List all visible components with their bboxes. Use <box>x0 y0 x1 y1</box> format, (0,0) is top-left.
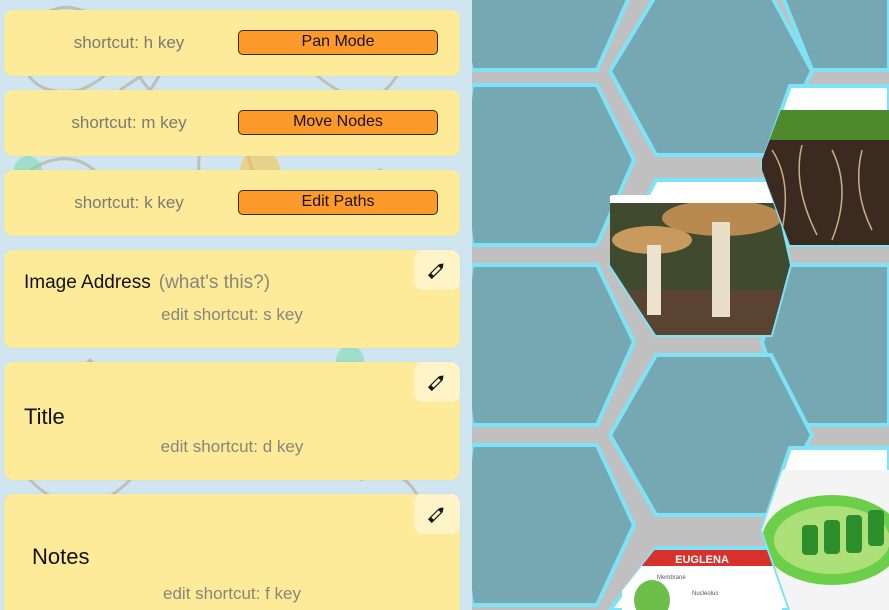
pencil-icon <box>427 507 444 524</box>
hex-cell[interactable] <box>472 83 637 247</box>
notes-shortcut: edit shortcut: f key <box>163 584 301 603</box>
edit-image-address-button[interactable] <box>414 250 460 290</box>
euglena-label-nucleolus: Nucleolus <box>692 591 718 597</box>
image-address-label-row: Image Address (what's this?) <box>24 272 270 294</box>
notes-label: Notes <box>32 544 90 569</box>
move-nodes-button[interactable]: Move Nodes <box>238 110 438 135</box>
mushroom-photo[interactable] <box>602 178 802 340</box>
pan-mode-shortcut: shortcut: h key <box>73 33 185 52</box>
pencil-icon <box>427 375 444 392</box>
hex-cell[interactable] <box>472 263 637 427</box>
hex-cell[interactable] <box>472 0 630 72</box>
euglena-title: EUGLENA <box>675 554 729 566</box>
image-address-card: Image Address (what's this?) edit shortcu… <box>4 250 460 348</box>
edit-paths-button[interactable]: Edit Paths <box>238 190 438 215</box>
title-card: Title edit shortcut: d key <box>4 362 460 480</box>
pan-mode-button[interactable]: Pan Mode <box>238 30 438 55</box>
hex-grid[interactable]: EUGLENA Membrane Nucleolus <box>472 0 889 610</box>
move-nodes-card: shortcut: m key Move Nodes <box>4 90 460 156</box>
edit-paths-card: shortcut: k key Edit Paths <box>4 170 460 236</box>
image-address-shortcut: edit shortcut: s key <box>161 305 303 324</box>
notes-card: Notes edit shortcut: f key <box>4 494 460 610</box>
euglena-diagram[interactable]: EUGLENA Membrane Nucleolus <box>607 546 793 610</box>
image-address-label: Image Address <box>24 272 151 293</box>
move-nodes-shortcut: shortcut: m key <box>71 113 187 132</box>
whats-this-link[interactable]: (what's this?) <box>159 272 270 293</box>
left-panel: shortcut: h key Pan Mode shortcut: m key… <box>0 0 472 610</box>
edit-paths-shortcut: shortcut: k key <box>74 193 184 212</box>
edit-title-button[interactable] <box>414 362 460 402</box>
euglena-label-membrane: Membrane <box>657 575 686 581</box>
title-label: Title <box>24 404 65 429</box>
edit-notes-button[interactable] <box>414 494 460 534</box>
pan-mode-card: shortcut: h key Pan Mode <box>4 10 460 76</box>
pencil-icon <box>427 263 444 280</box>
title-shortcut: edit shortcut: d key <box>160 437 304 456</box>
hex-grid-panel[interactable]: EUGLENA Membrane Nucleolus <box>472 0 889 610</box>
hex-cell[interactable] <box>472 443 637 607</box>
